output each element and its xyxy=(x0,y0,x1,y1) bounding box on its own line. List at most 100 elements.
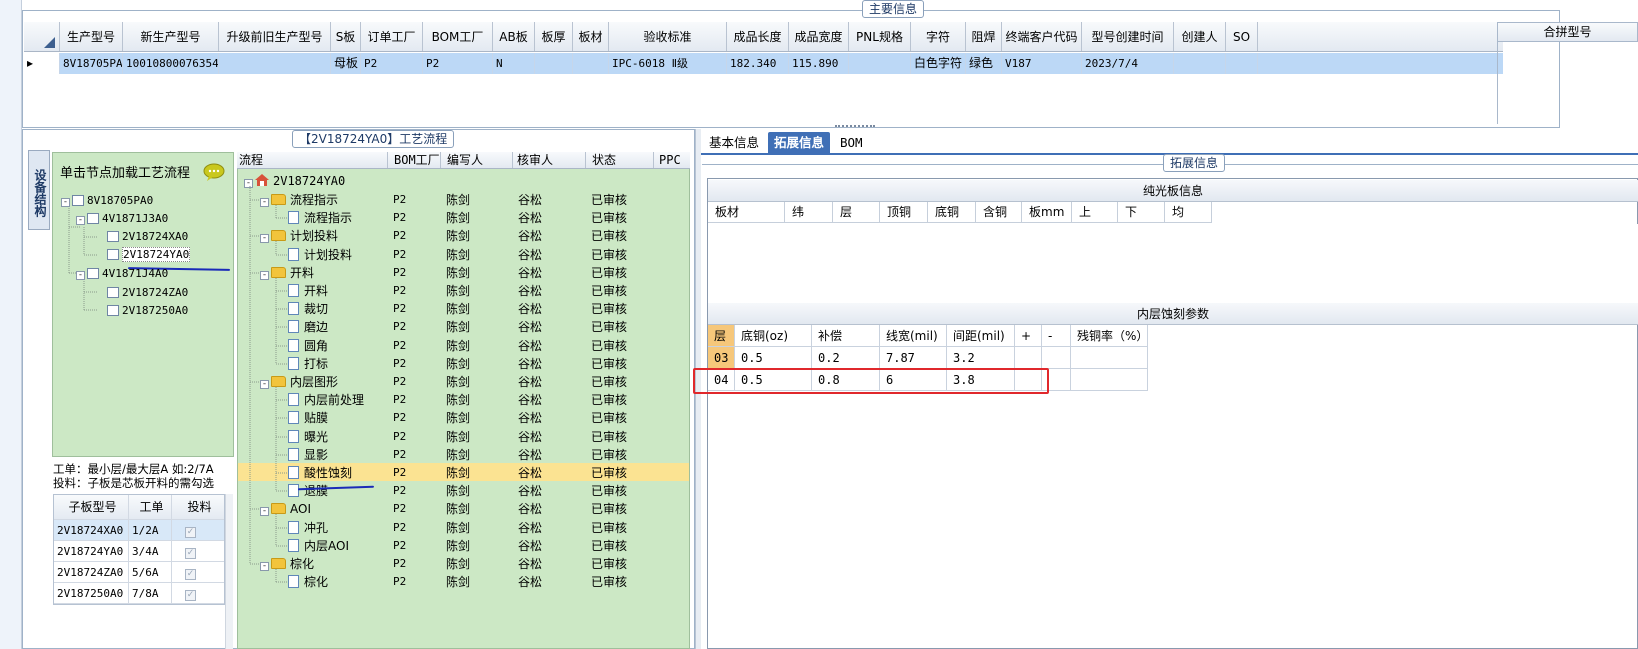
process-row[interactable]: - 流程指示 P2 陈剑 谷松 已审核 xyxy=(238,191,689,209)
col-header[interactable]: S板 xyxy=(331,22,361,51)
tab-basic-info[interactable]: 基本信息 xyxy=(703,132,765,155)
speech-bubble-icon[interactable] xyxy=(203,163,225,181)
col-header[interactable]: 核审人 xyxy=(513,152,586,168)
cell[interactable]: 3.2 xyxy=(947,347,1015,368)
cell[interactable] xyxy=(535,53,573,74)
tree-node[interactable]: -4V1871J4A0 xyxy=(76,266,168,282)
process-row[interactable]: 开料 P2 陈剑 谷松 已审核 xyxy=(238,282,689,300)
process-row[interactable]: 磨边 P2 陈剑 谷松 已审核 xyxy=(238,318,689,336)
col-header[interactable]: 型号创建时间 xyxy=(1082,22,1174,51)
table-row[interactable]: 2V18724XA0 1/2A ✓ xyxy=(54,520,224,541)
cell[interactable] xyxy=(573,53,609,74)
process-row[interactable]: 贴膜 P2 陈剑 谷松 已审核 xyxy=(238,409,689,427)
node-checkbox[interactable] xyxy=(87,268,99,279)
node-checkbox[interactable] xyxy=(107,231,119,242)
tree-node[interactable]: -4V1871J3A0 xyxy=(76,211,168,227)
col-header[interactable]: 成品长度 xyxy=(727,22,789,51)
col-header[interactable]: 成品宽度 xyxy=(789,22,849,51)
process-row[interactable]: - AOI P2 陈剑 谷松 已审核 xyxy=(238,500,689,518)
tab-device-structure[interactable]: 设备结构 xyxy=(28,150,50,230)
col-header[interactable]: 生产型号 xyxy=(60,22,123,51)
process-row[interactable]: - 内层图形 P2 陈剑 谷松 已审核 xyxy=(238,373,689,391)
cell[interactable]: P2 xyxy=(423,53,493,74)
cell[interactable]: 2V18724ZA0 xyxy=(54,562,129,582)
cell[interactable]: 白色字符 xyxy=(911,53,966,74)
cell[interactable]: V187 xyxy=(1002,53,1082,74)
col-header[interactable]: 层 xyxy=(833,202,880,222)
col-header[interactable]: 板厚 xyxy=(535,22,573,51)
feed-checkbox[interactable]: ✓ xyxy=(185,548,196,559)
cell[interactable] xyxy=(219,53,331,74)
cell[interactable] xyxy=(849,53,911,74)
col-header[interactable]: 间距(mil) xyxy=(947,325,1015,346)
cell[interactable]: 10010800076354 xyxy=(123,53,219,74)
col-header[interactable]: 投料 xyxy=(172,495,224,519)
col-header[interactable]: 升级前旧生产型号 xyxy=(219,22,331,51)
feed-checkbox[interactable]: ✓ xyxy=(185,569,196,580)
col-header[interactable]: PNL规格 xyxy=(849,22,911,51)
col-header[interactable]: 层 xyxy=(708,325,735,346)
col-header[interactable]: BOM工厂 xyxy=(388,152,441,168)
process-row[interactable]: 打标 P2 陈剑 谷松 已审核 xyxy=(238,355,689,373)
process-row[interactable]: - 计划投料 P2 陈剑 谷松 已审核 xyxy=(238,227,689,245)
cell[interactable]: 2V18724XA0 xyxy=(54,520,129,540)
process-row[interactable]: 显影 P2 陈剑 谷松 已审核 xyxy=(238,446,689,464)
tree-node[interactable]: 2V187250A0 xyxy=(107,303,188,319)
node-checkbox[interactable] xyxy=(87,213,99,224)
feed-checkbox[interactable]: ✓ xyxy=(185,527,196,538)
cell[interactable]: 0.2 xyxy=(812,347,880,368)
process-row[interactable]: - 棕化 P2 陈剑 谷松 已审核 xyxy=(238,555,689,573)
col-header[interactable]: 子板型号 xyxy=(54,495,129,519)
col-header[interactable]: PPC xyxy=(654,152,690,168)
col-header[interactable]: 上 xyxy=(1072,202,1118,222)
process-row[interactable]: 裁切 P2 陈剑 谷松 已审核 xyxy=(238,300,689,318)
cell[interactable]: N xyxy=(493,53,535,74)
process-row[interactable]: 圆角 P2 陈剑 谷松 已审核 xyxy=(238,337,689,355)
col-header[interactable]: 均 xyxy=(1165,202,1212,222)
process-row[interactable]: 棕化 P2 陈剑 谷松 已审核 xyxy=(238,573,689,591)
col-header[interactable]: 工单 xyxy=(129,495,172,519)
process-root-row[interactable]: -2V18724YA0 xyxy=(238,172,689,190)
table-row[interactable]: 2V18724ZA0 5/6A ✓ xyxy=(54,562,224,583)
cell[interactable]: 7/8A xyxy=(129,583,172,603)
col-header[interactable]: 新生产型号 xyxy=(123,22,219,51)
cell[interactable]: 0.5 xyxy=(735,347,812,368)
tree-node-root[interactable]: -8V18705PA0 xyxy=(61,193,153,209)
cell[interactable]: 1/2A xyxy=(129,520,172,540)
col-header[interactable]: 阻焊 xyxy=(966,22,1002,51)
cell[interactable]: 3/4A xyxy=(129,541,172,561)
col-header[interactable]: 板mm xyxy=(1022,202,1072,222)
cell[interactable] xyxy=(1042,347,1071,368)
tree-node[interactable]: 2V18724XA0 xyxy=(107,229,188,245)
cell[interactable]: 2V18724YA0 xyxy=(54,541,129,561)
tab-bom[interactable]: BOM xyxy=(834,132,869,155)
col-header[interactable]: 纬 xyxy=(785,202,833,222)
col-header[interactable]: 字符 xyxy=(911,22,966,51)
col-header[interactable]: BOM工厂 xyxy=(423,22,493,51)
cell[interactable]: 2V187250A0 xyxy=(54,583,129,603)
collapse-icon[interactable]: - xyxy=(76,271,85,280)
col-header[interactable]: 状态 xyxy=(586,152,654,168)
cell[interactable]: 03 xyxy=(708,347,735,368)
table-row[interactable]: 2V187250A0 7/8A ✓ xyxy=(54,583,224,604)
cell[interactable]: 2023/7/4 xyxy=(1082,53,1174,74)
tree-node-selected[interactable]: 2V18724YA0 xyxy=(107,247,191,263)
cell[interactable]: 8V18705PA0 xyxy=(60,53,123,74)
col-header[interactable]: 验收标准 xyxy=(609,22,727,51)
col-header[interactable]: 订单工厂 xyxy=(361,22,423,51)
feed-checkbox[interactable]: ✓ xyxy=(185,590,196,601)
col-header[interactable]: 板材 xyxy=(708,202,785,222)
process-row[interactable]: 内层AOI P2 陈剑 谷松 已审核 xyxy=(238,537,689,555)
col-header[interactable]: AB板 xyxy=(493,22,535,51)
col-header[interactable]: - xyxy=(1042,325,1071,346)
col-header[interactable]: 终端客户代码 xyxy=(1002,22,1082,51)
process-row[interactable]: 冲孔 P2 陈剑 谷松 已审核 xyxy=(238,519,689,537)
cell[interactable] xyxy=(1071,369,1148,390)
cell[interactable]: 5/6A xyxy=(129,562,172,582)
process-row[interactable]: 内层前处理 P2 陈剑 谷松 已审核 xyxy=(238,391,689,409)
cell[interactable] xyxy=(1071,347,1148,368)
col-header[interactable]: 线宽(mil) xyxy=(880,325,947,346)
collapse-icon[interactable]: - xyxy=(61,198,70,207)
col-header[interactable]: 创建人 xyxy=(1174,22,1226,51)
col-header[interactable]: 底铜 xyxy=(928,202,976,222)
